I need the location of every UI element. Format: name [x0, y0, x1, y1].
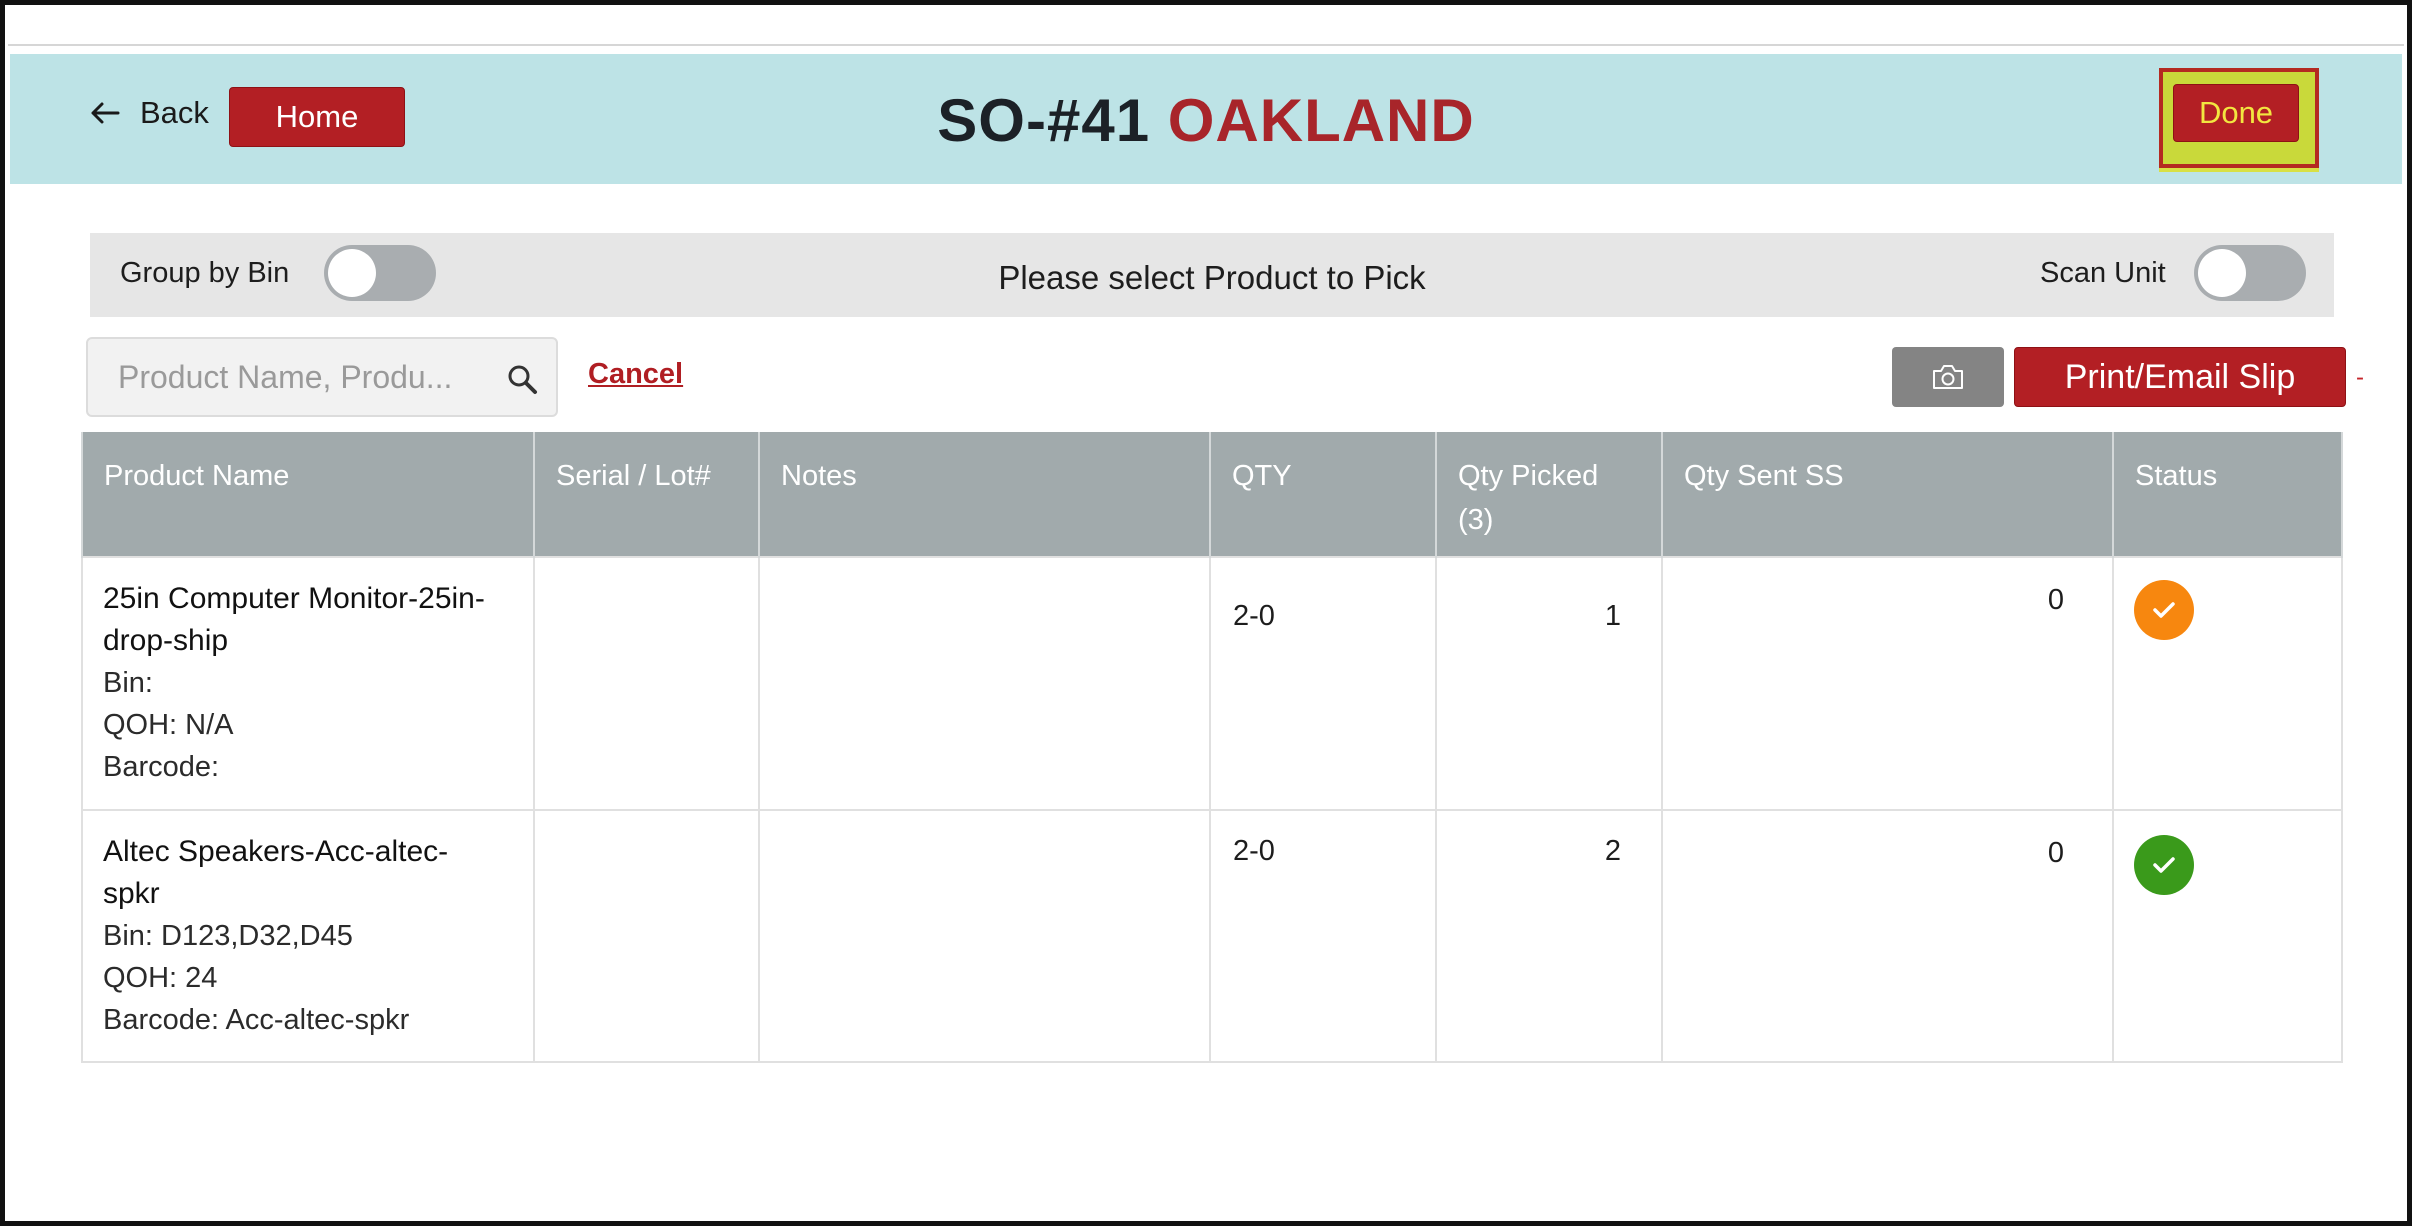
serial-lot-cell[interactable] [533, 809, 760, 1063]
cancel-link[interactable]: Cancel [588, 358, 683, 391]
qty-cell: 2-0 [1209, 809, 1437, 1063]
product-bin: Bin: [103, 667, 153, 699]
serial-lot-cell[interactable] [533, 556, 760, 811]
product-barcode: Barcode: Acc-altec-spkr [103, 1004, 410, 1036]
done-highlight: Done [2159, 68, 2319, 168]
top-divider [8, 44, 2404, 46]
table-row[interactable]: 25in Computer Monitor-25in- drop-ship Bi… [81, 556, 2343, 811]
qty-cell: 2-0 [1209, 556, 1437, 811]
page-title: SO-#41 OAKLAND [10, 86, 2402, 155]
qty-picked-cell[interactable]: 1 [1435, 556, 1663, 811]
col-header-product-name[interactable]: Product Name [81, 432, 535, 557]
product-name: 25in Computer Monitor-25in- [103, 582, 485, 615]
col-header-serial-lot[interactable]: Serial / Lot# [533, 432, 760, 557]
product-qoh: QOH: 24 [103, 962, 218, 994]
pick-table: Product Name Serial / Lot# Notes QTY Qty… [81, 432, 2343, 1063]
product-barcode: Barcode: [103, 751, 220, 783]
search-icon[interactable] [506, 363, 538, 395]
product-name-cont: drop-ship [103, 624, 229, 657]
col-header-qty-sent-ss[interactable]: Qty Sent SS [1661, 432, 2114, 557]
qty-picked-count: (3) [1458, 504, 1494, 536]
col-header-qty-picked[interactable]: Qty Picked (3) [1435, 432, 1663, 557]
col-header-status[interactable]: Status [2112, 432, 2343, 557]
product-bin: Bin: D123,D32,D45 [103, 920, 353, 952]
status-cell [2112, 809, 2343, 1063]
pick-prompt: Please select Product to Pick [998, 259, 1426, 296]
scan-unit-toggle[interactable] [2194, 245, 2306, 301]
status-cell [2112, 556, 2343, 811]
page-header: Back Home SO-#41 OAKLAND Done [10, 54, 2402, 184]
camera-button[interactable] [1892, 347, 2004, 407]
camera-icon [1933, 365, 1963, 389]
dash-mark: - [2356, 364, 2364, 391]
col-header-notes[interactable]: Notes [758, 432, 1211, 557]
scan-unit-label: Scan Unit [2040, 257, 2166, 289]
checkmark-icon [2153, 857, 2175, 873]
location-name: OAKLAND [1167, 87, 1475, 154]
toggle-knob [2198, 249, 2246, 297]
col-header-qty[interactable]: QTY [1209, 432, 1437, 557]
product-cell[interactable]: 25in Computer Monitor-25in- drop-ship Bi… [81, 556, 535, 811]
status-complete-icon[interactable] [2134, 835, 2194, 895]
done-button[interactable]: Done [2173, 84, 2299, 142]
qty-sent-ss-cell: 0 [1661, 556, 2114, 811]
qty-picked-label: Qty Picked [1458, 460, 1599, 492]
notes-cell[interactable] [758, 809, 1211, 1063]
product-search [86, 337, 558, 417]
order-number: SO-#41 [937, 87, 1151, 154]
qty-picked-cell[interactable]: 2 [1435, 809, 1663, 1063]
notes-cell[interactable] [758, 556, 1211, 811]
table-row[interactable]: Altec Speakers-Acc-altec- spkr Bin: D123… [81, 809, 2343, 1063]
pick-toolbar: Group by Bin Please select Product to Pi… [90, 233, 2334, 317]
product-cell[interactable]: Altec Speakers-Acc-altec- spkr Bin: D123… [81, 809, 535, 1063]
qty-sent-ss-cell: 0 [1661, 809, 2114, 1063]
table-header-row: Product Name Serial / Lot# Notes QTY Qty… [81, 432, 2343, 557]
checkmark-icon [2153, 602, 2175, 618]
product-name: Altec Speakers-Acc-altec- [103, 835, 449, 868]
product-qoh: QOH: N/A [103, 709, 234, 741]
product-name-cont: spkr [103, 877, 160, 910]
search-input[interactable] [118, 358, 498, 396]
status-partial-icon[interactable] [2134, 580, 2194, 640]
print-email-slip-button[interactable]: Print/Email Slip [2014, 347, 2346, 407]
